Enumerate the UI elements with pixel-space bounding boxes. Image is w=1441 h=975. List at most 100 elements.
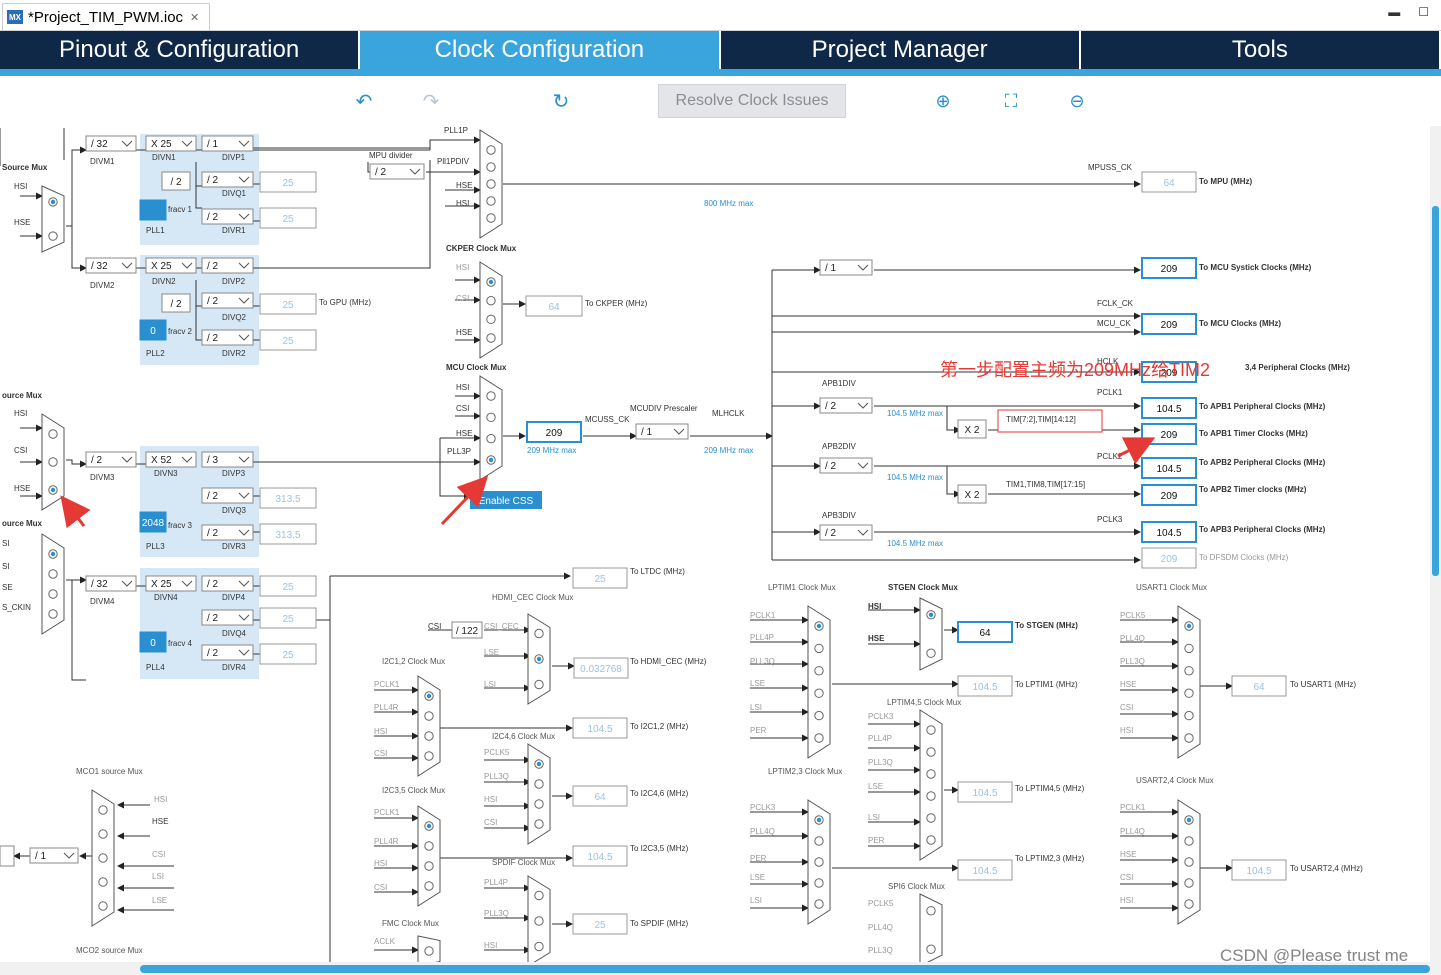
mux-radio[interactable] [48, 231, 58, 241]
apb2-timer-field[interactable]: 209 [1141, 484, 1197, 506]
mux-radio[interactable] [534, 799, 544, 809]
mux-radio[interactable] [424, 861, 434, 871]
divr3-dropdown[interactable]: / 2 [201, 524, 254, 541]
mux-radio[interactable] [98, 829, 108, 839]
mcuss-ck-field[interactable]: 209 [526, 421, 582, 443]
enable-css-button[interactable]: Enable CSS [470, 491, 542, 509]
divr4-dropdown[interactable]: / 2 [201, 644, 254, 661]
systick-dropdown[interactable]: / 1 [819, 259, 873, 276]
mux-radio[interactable] [1184, 836, 1194, 846]
mux-radio[interactable] [926, 769, 936, 779]
mux-radio[interactable] [814, 899, 824, 909]
mux-radio[interactable] [48, 569, 58, 579]
mux-radio[interactable] [534, 819, 544, 829]
divq2-dropdown[interactable]: / 2 [201, 292, 254, 309]
refresh-icon[interactable]: ↻ [549, 89, 573, 113]
divr2-dropdown[interactable]: / 2 [201, 329, 254, 346]
mux-radio[interactable] [534, 941, 544, 952]
vertical-scrollbar[interactable] [1430, 126, 1441, 966]
stgen-field[interactable]: 64 [957, 621, 1013, 643]
mux-radio[interactable] [98, 853, 108, 863]
i2c12-mux[interactable] [417, 675, 441, 777]
mux-radio[interactable] [486, 196, 496, 206]
apb3div-dropdown[interactable]: / 2 [819, 524, 873, 541]
mpu-divider-dropdown[interactable]: / 2 [369, 163, 425, 180]
apb1-peripheral-field[interactable]: 104.5 [1141, 397, 1197, 419]
divr1-dropdown[interactable]: / 2 [201, 208, 254, 225]
file-tab[interactable]: MX *Project_TIM_PWM.ioc ✕ [2, 3, 211, 30]
mux-radio[interactable] [424, 841, 434, 851]
mux-radio[interactable] [534, 779, 544, 789]
mux-radio[interactable] [926, 791, 936, 801]
mux-radio[interactable] [926, 747, 936, 757]
mux-radio[interactable] [926, 725, 936, 735]
mco1-mux[interactable] [91, 789, 115, 927]
apb2-peripheral-field[interactable]: 104.5 [1141, 457, 1197, 479]
fracv3-field[interactable]: 2048 [139, 511, 167, 533]
fit-screen-icon[interactable]: ⛶ [999, 89, 1023, 113]
divn4-dropdown[interactable]: X 25 [145, 575, 197, 592]
close-tab-icon[interactable]: ✕ [190, 11, 199, 24]
mux-radio[interactable] [424, 711, 434, 721]
divp3-dropdown[interactable]: / 3 [201, 451, 254, 468]
lptim1-mux[interactable] [807, 605, 831, 759]
divm3-dropdown[interactable]: / 2 [85, 451, 137, 468]
mux-radio[interactable] [534, 679, 544, 690]
mcu-clocks-field[interactable]: 209 [1141, 313, 1197, 335]
divm4-dropdown[interactable]: / 32 [85, 575, 137, 592]
apb1div-dropdown[interactable]: / 2 [819, 397, 873, 414]
undo-icon[interactable]: ↶ [352, 89, 376, 113]
mux-radio[interactable] [486, 412, 496, 423]
source-mux[interactable] [41, 185, 65, 253]
mux-radio[interactable] [1184, 733, 1194, 743]
mux-radio[interactable] [424, 946, 434, 956]
pll3-source-mux[interactable] [41, 413, 65, 511]
mux-radio[interactable] [98, 877, 108, 887]
mux-radio[interactable] [534, 628, 544, 639]
mux-radio[interactable] [424, 731, 434, 741]
i2c46-mux[interactable] [527, 743, 551, 845]
divm2-dropdown[interactable]: / 32 [85, 257, 137, 274]
ckper-mux[interactable] [479, 261, 503, 359]
mux-radio[interactable] [486, 433, 496, 444]
horizontal-scroll-thumb[interactable] [140, 965, 1430, 973]
mux-radio[interactable] [486, 162, 496, 172]
systick-field[interactable]: 209 [1141, 257, 1197, 279]
mux-radio[interactable] [486, 391, 496, 401]
mux-radio[interactable] [486, 333, 496, 343]
mco1-dropdown[interactable]: / 1 [29, 847, 79, 864]
divp4-dropdown[interactable]: / 2 [201, 575, 254, 592]
stgen-mux[interactable] [919, 597, 943, 671]
divq3-dropdown[interactable]: / 2 [201, 487, 254, 504]
mux-radio[interactable] [1184, 666, 1194, 676]
mux-radio[interactable] [814, 733, 824, 743]
mux-radio[interactable] [48, 609, 58, 619]
divq1-dropdown[interactable]: / 2 [201, 171, 254, 188]
pll12-mux[interactable] [479, 129, 503, 239]
lptim45-mux[interactable] [919, 709, 943, 861]
divn3-dropdown[interactable]: X 52 [145, 451, 197, 468]
usart24-mux[interactable] [1177, 799, 1201, 925]
mux-radio[interactable] [1184, 878, 1194, 888]
vertical-scroll-thumb[interactable] [1432, 206, 1439, 576]
mux-radio[interactable] [814, 666, 824, 676]
divm1-dropdown[interactable]: / 32 [85, 135, 137, 152]
mux-radio[interactable] [814, 857, 824, 867]
divp2-dropdown[interactable]: / 2 [201, 257, 254, 274]
mux-radio[interactable] [48, 589, 58, 599]
divn1-dropdown[interactable]: X 25 [145, 135, 197, 152]
hdmi-cec-mux[interactable] [527, 613, 551, 705]
mux-radio[interactable] [1184, 688, 1194, 698]
maximize-icon[interactable]: ☐ [1418, 5, 1429, 19]
tab-project-manager[interactable]: Project Manager [720, 31, 1081, 69]
mux-radio[interactable] [926, 906, 936, 916]
mux-radio[interactable] [926, 813, 936, 823]
tab-clock-configuration[interactable]: Clock Configuration [360, 31, 721, 69]
mux-radio[interactable] [926, 944, 936, 954]
field-box[interactable] [139, 199, 167, 221]
i2c35-mux[interactable] [417, 805, 441, 907]
spdif-mux[interactable] [527, 875, 551, 966]
mux-radio[interactable] [814, 878, 824, 888]
mux-radio[interactable] [814, 688, 824, 698]
mux-radio[interactable] [98, 805, 108, 815]
